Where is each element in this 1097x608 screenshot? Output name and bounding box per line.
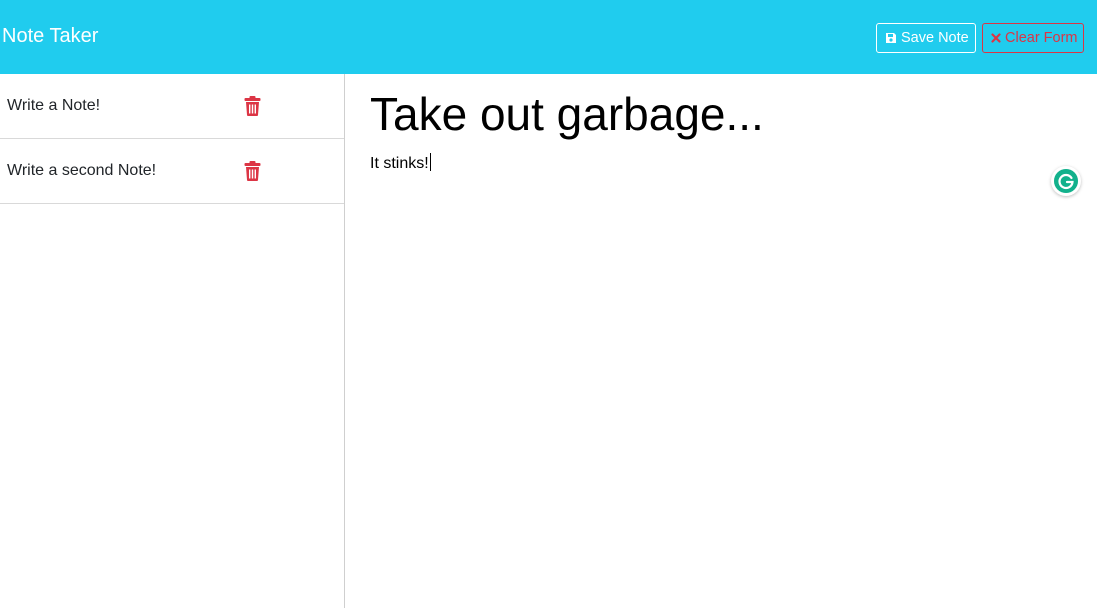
- save-note-button[interactable]: Save Note: [876, 23, 976, 53]
- note-editor: It stinks!: [345, 74, 1097, 608]
- note-item-title: Write a Note!: [7, 97, 101, 114]
- navbar: Note Taker Save Note Clear Form: [0, 0, 1097, 74]
- note-list-item[interactable]: Write a Note!: [0, 74, 344, 139]
- note-body-text: It stinks!: [370, 155, 429, 172]
- floppy-disk-icon: [885, 32, 897, 44]
- clear-form-button[interactable]: Clear Form: [982, 23, 1084, 53]
- save-note-label: Save Note: [901, 30, 969, 46]
- note-list-item[interactable]: Write a second Note!: [0, 139, 344, 204]
- note-body-textarea[interactable]: It stinks!: [370, 152, 1050, 176]
- trash-icon[interactable]: [244, 96, 261, 116]
- x-icon: [991, 33, 1001, 43]
- text-caret: [429, 153, 431, 171]
- note-item-title: Write a second Note!: [7, 162, 157, 179]
- grammarly-icon[interactable]: [1051, 166, 1081, 196]
- brand-title[interactable]: Note Taker: [2, 24, 98, 48]
- clear-form-label: Clear Form: [1005, 30, 1078, 46]
- trash-icon[interactable]: [244, 161, 261, 181]
- notes-sidebar: Write a Note! Write a second Note!: [0, 74, 345, 608]
- note-title-input[interactable]: [370, 86, 1050, 142]
